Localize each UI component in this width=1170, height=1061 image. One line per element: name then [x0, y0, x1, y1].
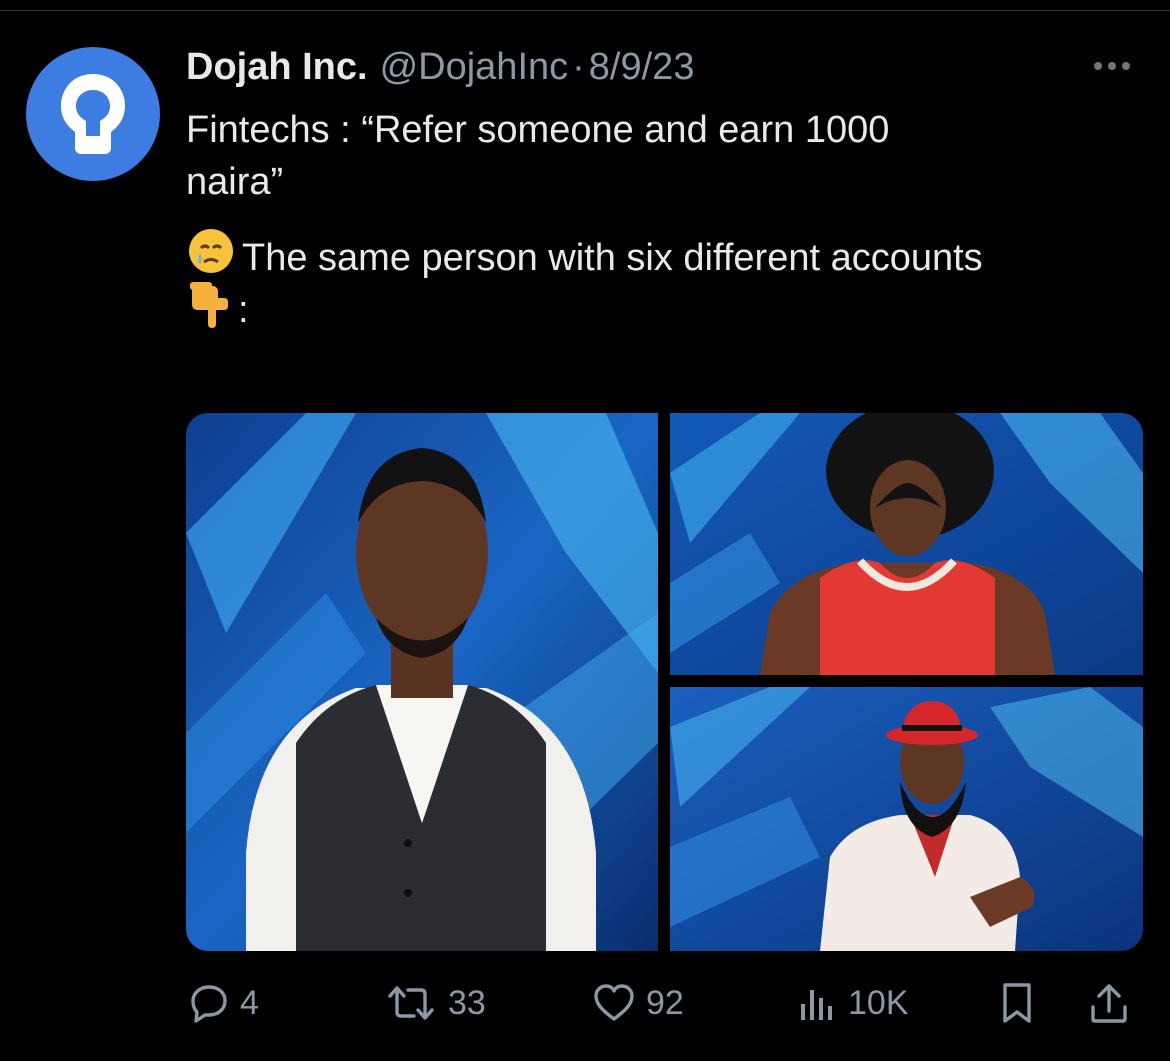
bookmark-button[interactable] — [1000, 975, 1034, 1031]
share-button[interactable] — [1088, 975, 1130, 1031]
like-button[interactable]: 92 — [592, 975, 684, 1031]
photo-man-in-striped-vest[interactable] — [186, 413, 658, 951]
dot-1 — [1094, 62, 1102, 70]
tweet-text-line-3-label: The same person with six different accou… — [242, 237, 983, 279]
views-button[interactable]: 10K — [796, 975, 909, 1031]
heart-icon — [594, 984, 634, 1021]
tweet-text-line-2: naira” — [186, 161, 284, 203]
reply-count: 4 — [240, 983, 259, 1022]
bar-chart-icon — [801, 990, 832, 1020]
bookmark-icon — [1003, 983, 1031, 1023]
tweet-date[interactable]: 8/9/23 — [589, 44, 695, 90]
more-options-icon[interactable] — [1094, 62, 1130, 70]
tweet-text-line-4: : — [186, 278, 1146, 331]
top-divider — [0, 10, 1170, 11]
tweet-actions: 4 33 92 10K — [0, 975, 1170, 1031]
tweet-header: Dojah Inc. @DojahInc · 8/9/23 — [186, 44, 694, 90]
share-icon — [1091, 984, 1127, 1023]
avatar[interactable] — [26, 47, 160, 181]
lightbulb-icon — [61, 74, 125, 154]
tweet-text-line-4-label: : — [238, 289, 249, 331]
retweet-button[interactable]: 33 — [384, 975, 486, 1031]
author-handle[interactable]: @DojahInc — [380, 44, 569, 90]
views-count: 10K — [848, 983, 909, 1022]
reply-icon — [191, 985, 227, 1023]
reply-button[interactable]: 4 — [188, 975, 259, 1031]
retweet-icon — [388, 986, 434, 1020]
dot-2 — [1108, 62, 1116, 70]
tweet-text-line-3: The same person with six different accou… — [186, 226, 1146, 279]
dot-3 — [1122, 62, 1130, 70]
photo-man-with-afro-red-jersey[interactable] — [670, 413, 1143, 675]
tweet-text: Fintechs : “Refer someone and earn 1000 … — [186, 104, 1146, 331]
retweet-count: 33 — [448, 983, 486, 1022]
tweet-text-line-1: Fintechs : “Refer someone and earn 1000 — [186, 109, 890, 151]
media-grid — [186, 413, 1143, 951]
photo-man-with-red-hat-and-beard[interactable] — [670, 687, 1143, 951]
like-count: 92 — [646, 983, 684, 1022]
backhand-index-pointing-down-icon — [186, 278, 232, 342]
separator-dot: · — [572, 46, 585, 88]
author-display-name[interactable]: Dojah Inc. — [186, 44, 368, 90]
